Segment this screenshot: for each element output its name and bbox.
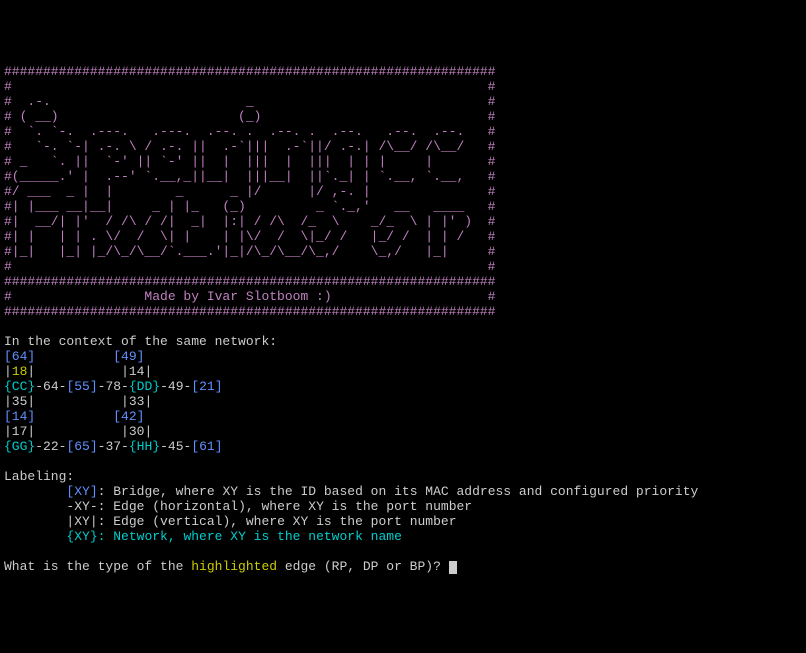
labeling-header: Labeling:	[4, 469, 74, 484]
topology-row: [14] [42]	[4, 409, 144, 424]
topology-row: {CC}-64-[55]-78-{DD}-49-[21]	[4, 379, 223, 394]
cursor-icon	[449, 561, 457, 574]
question-prompt[interactable]: What is the type of the highlighted edge…	[4, 559, 457, 574]
highlighted-edge: 18	[12, 364, 28, 379]
terminal-output: ########################################…	[4, 64, 802, 574]
topology-row: [64] [49]	[4, 349, 144, 364]
labeling-network: {XY}: Network, where XY is the network n…	[4, 529, 402, 544]
labeling-edge-h: -XY-: Edge (horizontal), where XY is the…	[4, 499, 472, 514]
labeling-edge-v: |XY|: Edge (vertical), where XY is the p…	[4, 514, 457, 529]
labeling-bridge: [XY]: Bridge, where XY is the ID based o…	[4, 484, 698, 499]
topology-row: |35| |33|	[4, 394, 152, 409]
topology-row: |18| |14|	[4, 364, 152, 379]
ascii-banner: ########################################…	[4, 64, 802, 319]
topology-row: {GG}-22-[65]-37-{HH}-45-[61]	[4, 439, 223, 454]
context-header: In the context of the same network:	[4, 334, 277, 349]
topology-row: |17| |30|	[4, 424, 152, 439]
